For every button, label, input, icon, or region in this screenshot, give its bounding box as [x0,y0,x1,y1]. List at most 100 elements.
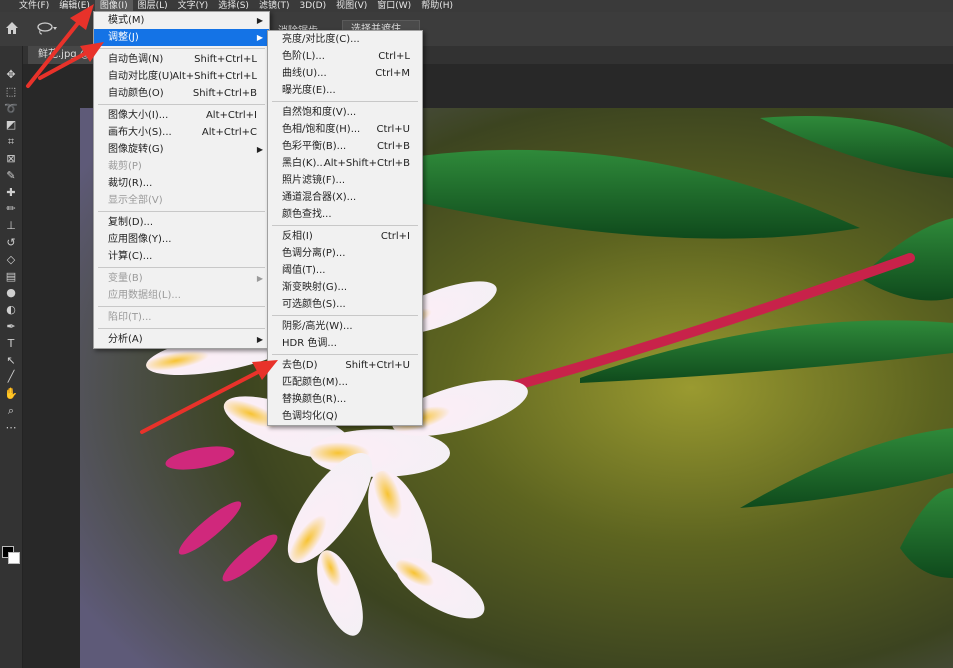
menu-item[interactable]: 分析(A) ▶ [94,331,269,348]
zoom-icon[interactable]: ⌕ [2,404,20,418]
gradient-icon[interactable]: ▤ [2,270,20,284]
menu-item-label: 阈值(T)... [282,265,326,276]
submenu-arrow-icon: ▶ [256,33,263,42]
menu-item-label: 模式(M) [108,15,145,26]
menu-item[interactable]: 渐变映射(G)... [268,279,422,296]
menu-item-shortcut: Shift+Ctrl+B [192,88,257,99]
history-brush-icon[interactable]: ↺ [2,236,20,250]
menu-item[interactable]: 去色(D) Shift+Ctrl+U [268,357,422,374]
menu-0[interactable]: 文件(F) [14,0,54,12]
move-icon[interactable]: ✥ [2,68,20,82]
submenu-arrow-icon: ▶ [256,16,263,25]
menu-item[interactable]: 自动颜色(O) Shift+Ctrl+B [94,85,269,102]
menu-item: 应用数据组(L)... [94,287,269,304]
menu-item-label: 替换颜色(R)... [282,394,347,405]
menu-item-label: 应用数据组(L)... [108,290,181,301]
menu-7[interactable]: 3D(D) [294,0,331,12]
menu-item-label: 应用图像(Y)... [108,234,172,245]
menu-item-shortcut: Shift+Ctrl+L [194,54,257,65]
menu-item[interactable]: 计算(C)... [94,248,269,265]
menu-item[interactable]: 图像旋转(G) ▶ [94,141,269,158]
line-icon[interactable]: ╱ [2,370,20,384]
menu-item[interactable]: 色阶(L)... Ctrl+L [268,48,422,65]
menu-item-label: 色彩平衡(B)... [282,141,347,152]
menu-item-label: 调整(J) [108,32,139,43]
menu-item-label: 色相/饱和度(H)... [282,124,361,135]
stamp-icon[interactable]: ⊥ [2,219,20,233]
more-icon[interactable]: ⋯ [2,421,20,435]
eraser-icon[interactable]: ◇ [2,253,20,267]
menu-item[interactable]: 曝光度(E)... [268,82,422,99]
menu-item[interactable]: 复制(D)... [94,214,269,231]
menu-item[interactable]: 颜色查找... [268,206,422,223]
blur-icon[interactable]: ● [2,286,20,300]
menu-item[interactable]: 匹配颜色(M)... [268,374,422,391]
menu-item[interactable]: 替换颜色(R)... [268,391,422,408]
menu-item-label: 匹配颜色(M)... [282,377,348,388]
menu-item[interactable]: 可选颜色(S)... [268,296,422,313]
pen-icon[interactable]: ✒ [2,320,20,334]
document-tab[interactable]: 鲜花.jpg @ [28,46,100,64]
lasso-icon[interactable]: ➰ [2,102,20,116]
menu-item[interactable]: 阈值(T)... [268,262,422,279]
menu-item[interactable]: 图像大小(I)... Alt+Ctrl+I [94,107,269,124]
menu-item[interactable]: 色调均化(Q) [268,408,422,425]
menu-separator [98,267,265,268]
menu-item[interactable]: 色相/饱和度(H)... Ctrl+U [268,121,422,138]
marquee-icon[interactable]: ⬚ [2,85,20,99]
menu-item[interactable]: 自动色调(N) Shift+Ctrl+L [94,51,269,68]
type-icon[interactable]: T [2,337,20,351]
menu-item[interactable]: 应用图像(Y)... [94,231,269,248]
menu-separator [98,48,265,49]
menu-item[interactable]: 自动对比度(U) Alt+Shift+Ctrl+L [94,68,269,85]
menu-item-shortcut: Ctrl+L [378,51,410,62]
dodge-icon[interactable]: ◐ [2,303,20,317]
quick-select-icon[interactable]: ◩ [2,118,20,132]
menu-item-shortcut: Shift+Ctrl+U [345,360,410,371]
menu-item[interactable]: 黑白(K)... Alt+Shift+Ctrl+B [268,155,422,172]
menu-item[interactable]: 模式(M) ▶ [94,12,269,29]
menu-item-label: 裁切(R)... [108,178,153,189]
menu-item[interactable]: 色调分离(P)... [268,245,422,262]
brush-icon[interactable]: ✏ [2,202,20,216]
menu-item[interactable]: HDR 色调... [268,335,422,352]
menu-item-label: HDR 色调... [282,338,337,349]
menu-item[interactable]: 自然饱和度(V)... [268,104,422,121]
menu-item[interactable]: 画布大小(S)... Alt+Ctrl+C [94,124,269,141]
frame-icon[interactable]: ⊠ [2,152,20,166]
background-color-swatch[interactable] [8,552,20,564]
menu-item[interactable]: 阴影/高光(W)... [268,318,422,335]
menu-item-label: 图像大小(I)... [108,110,169,121]
menu-item-label: 阴影/高光(W)... [282,321,353,332]
menu-8[interactable]: 视图(V) [331,0,372,12]
menu-item[interactable]: 反相(I) Ctrl+I [268,228,422,245]
menu-1[interactable]: 编辑(E) [54,0,95,12]
healing-icon[interactable]: ✚ [2,186,20,200]
hand-icon[interactable]: ✋ [2,387,20,401]
menu-item: 陷印(T)... [94,309,269,326]
menu-9[interactable]: 窗口(W) [372,0,416,12]
menu-item-label: 去色(D) [282,360,318,371]
menu-item-label: 色调均化(Q) [282,411,338,422]
menu-item[interactable]: 照片滤镜(F)... [268,172,422,189]
eyedropper-icon[interactable]: ✎ [2,169,20,183]
lasso-tool-icon[interactable] [36,20,58,36]
menu-item: 显示全部(V) [94,192,269,209]
menu-item-shortcut: Ctrl+I [380,231,410,242]
menu-item-label: 渐变映射(G)... [282,282,348,293]
menu-item[interactable]: 色彩平衡(B)... Ctrl+B [268,138,422,155]
crop-icon[interactable]: ⌗ [2,135,20,149]
home-icon[interactable] [4,20,20,36]
path-select-icon[interactable]: ↖ [2,354,20,368]
menu-item[interactable]: 亮度/对比度(C)... [268,31,422,48]
menu-item-label: 自然饱和度(V)... [282,107,357,118]
menu-separator [98,306,265,307]
menu-item[interactable]: 调整(J) ▶ [94,29,269,46]
menu-item[interactable]: 通道混合器(X)... [268,189,422,206]
menu-item[interactable]: 曲线(U)... Ctrl+M [268,65,422,82]
menu-item-label: 亮度/对比度(C)... [282,34,360,45]
menu-item-label: 陷印(T)... [108,312,152,323]
submenu-arrow-icon: ▶ [256,335,263,344]
menu-item[interactable]: 裁切(R)... [94,175,269,192]
menu-10[interactable]: 帮助(H) [416,0,458,12]
